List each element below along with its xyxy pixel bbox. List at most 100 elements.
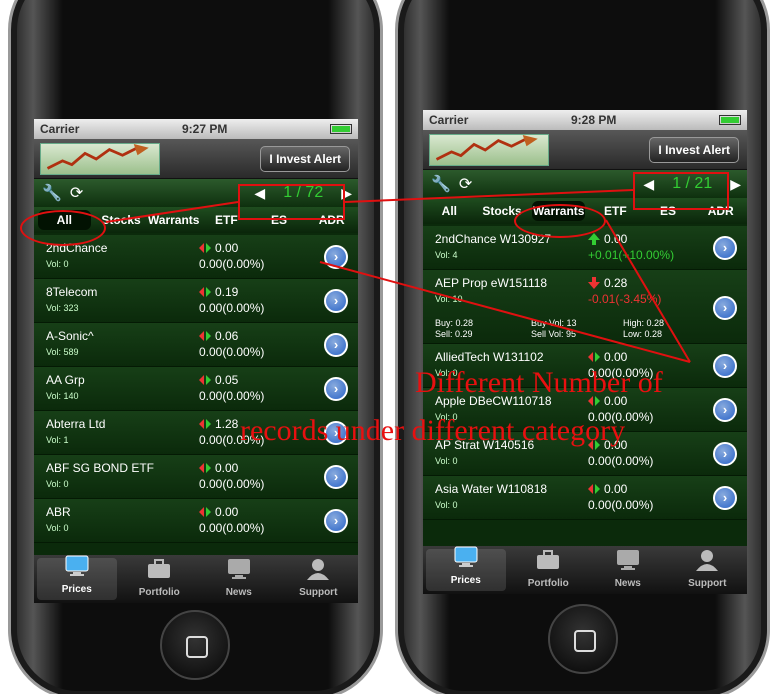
- volume-label: Vol: 1: [46, 435, 69, 445]
- change-value: 0.00(0.00%): [588, 454, 654, 468]
- annotation-caption-line1: Different Number of: [415, 366, 663, 399]
- stock-name: AEP Prop eW151118: [435, 276, 548, 290]
- detail-disclosure-icon[interactable]: ›: [713, 236, 737, 260]
- change-value: 0.00(0.00%): [588, 498, 654, 512]
- detail-disclosure-icon[interactable]: ›: [713, 442, 737, 466]
- price-value: 1.28: [199, 417, 238, 431]
- briefcase-icon: [146, 558, 172, 587]
- change-value: 0.00(0.00%): [199, 301, 265, 315]
- list-item[interactable]: A-Sonic^ Vol: 589 0.06 0.00(0.00%) ›: [34, 323, 358, 367]
- arrow-up-icon: [588, 233, 600, 245]
- tab-bar-label: Portfolio: [138, 587, 180, 598]
- carrier-label: Carrier: [429, 113, 469, 127]
- sell-vol-label: Sell Vol: 95: [531, 329, 577, 339]
- list-item[interactable]: 8Telecom Vol: 323 0.19 0.00(0.00%) ›: [34, 279, 358, 323]
- change-value: 0.00(0.00%): [199, 477, 265, 491]
- tab-bar-item-news[interactable]: News: [588, 546, 668, 594]
- price-text: 0.00: [604, 232, 628, 246]
- tab-bar-item-support[interactable]: Support: [668, 546, 748, 594]
- list-item[interactable]: AA Grp Vol: 140 0.05 0.00(0.00%) ›: [34, 367, 358, 411]
- invest-alert-button[interactable]: I Invest Alert: [260, 146, 350, 172]
- stock-name: ABR: [46, 505, 71, 519]
- detail-disclosure-icon[interactable]: ›: [324, 333, 348, 357]
- tab-bar-item-news[interactable]: News: [199, 555, 279, 603]
- change-value: 0.00(0.00%): [199, 521, 265, 535]
- battery-icon: [330, 124, 352, 134]
- list-item[interactable]: AEP Prop eW151118 Vol: 10 0.28 -0.01(-3.45%…: [423, 270, 747, 344]
- price-text: 0.06: [215, 329, 239, 343]
- detail-disclosure-icon[interactable]: ›: [324, 289, 348, 313]
- price-value: 0.00: [199, 505, 238, 519]
- tab-bar-item-prices[interactable]: Prices: [426, 546, 506, 591]
- list-item[interactable]: ABR Vol: 0 0.00 0.00(0.00%) ›: [34, 499, 358, 543]
- tab-bar-item-portfolio[interactable]: Portfolio: [120, 555, 200, 603]
- price-text: 1.28: [215, 417, 239, 431]
- invest-alert-button[interactable]: I Invest Alert: [649, 137, 739, 163]
- volume-label: Vol: 0: [46, 479, 69, 489]
- stock-name: ABF SG BOND ETF: [46, 461, 155, 475]
- buy-vol-label: Buy Vol: 13: [531, 318, 577, 328]
- wrench-icon[interactable]: 🔧: [431, 174, 451, 194]
- list-item[interactable]: ABF SG BOND ETF Vol: 0 0.00 0.00(0.00%) ›: [34, 455, 358, 499]
- monitor-icon: [453, 546, 479, 575]
- tab-warrants[interactable]: Warrants: [147, 213, 200, 227]
- change-value: 0.00(0.00%): [199, 389, 265, 403]
- unchanged-indicator-icon: [199, 286, 211, 298]
- volume-label: Vol: 589: [46, 347, 79, 357]
- person-icon: [694, 549, 720, 578]
- clock: 9:28 PM: [571, 113, 617, 127]
- volume-label: Vol: 140: [46, 391, 79, 401]
- status-bar: Carrier 9:28 PM: [423, 110, 747, 130]
- volume-label: Vol: 4: [435, 250, 458, 260]
- tab-bar-label: Prices: [61, 584, 92, 595]
- briefcase-icon: [535, 549, 561, 578]
- refresh-icon[interactable]: ⟳: [459, 174, 472, 194]
- change-value: -0.01(-3.45%): [588, 292, 662, 306]
- price-text: 0.28: [604, 276, 628, 290]
- tab-bar-item-support[interactable]: Support: [279, 555, 359, 603]
- tab-bar-item-portfolio[interactable]: Portfolio: [509, 546, 589, 594]
- tab-all[interactable]: All: [423, 204, 476, 218]
- battery-icon: [719, 115, 741, 125]
- price-text: 0.00: [604, 350, 628, 364]
- tab-bar: Prices Portfolio News Support: [423, 546, 747, 594]
- tab-bar-label: News: [614, 578, 641, 589]
- low-label: Low: 0.28: [623, 329, 663, 339]
- detail-disclosure-icon[interactable]: ›: [324, 465, 348, 489]
- list-item[interactable]: Asia Water W110818 Vol: 0 0.00 0.00(0.00%) ›: [423, 476, 747, 520]
- detail-disclosure-icon[interactable]: ›: [713, 398, 737, 422]
- annotation-box-left-pager: [238, 184, 345, 220]
- home-button-right[interactable]: [548, 604, 618, 674]
- high-label: High: 0.28: [623, 318, 665, 328]
- stock-name: 8Telecom: [46, 285, 98, 299]
- annotation-ellipse-warrants-tab: [514, 204, 606, 238]
- annotation-ellipse-all-tab: [20, 210, 106, 246]
- unchanged-indicator-icon: [199, 242, 211, 254]
- detail-disclosure-icon[interactable]: ›: [713, 354, 737, 378]
- volume-label: Vol: 0: [46, 523, 69, 533]
- home-button-left[interactable]: [160, 610, 230, 680]
- app-logo: [40, 143, 160, 175]
- detail-disclosure-icon[interactable]: ›: [324, 377, 348, 401]
- refresh-icon[interactable]: ⟳: [70, 183, 83, 203]
- stock-name: A-Sonic^: [46, 329, 94, 343]
- price-value: 0.19: [199, 285, 238, 299]
- detail-disclosure-icon[interactable]: ›: [324, 509, 348, 533]
- price-value: 0.06: [199, 329, 238, 343]
- stock-name: Asia Water W110818: [435, 482, 548, 496]
- detail-disclosure-icon[interactable]: ›: [324, 245, 348, 269]
- volume-label: Vol: 0: [435, 500, 458, 510]
- next-page-icon[interactable]: ▶: [730, 176, 741, 193]
- detail-disclosure-icon[interactable]: ›: [713, 486, 737, 510]
- unchanged-indicator-icon: [199, 330, 211, 342]
- change-value: 0.00(0.00%): [199, 345, 265, 359]
- stock-name: AlliedTech W131102: [435, 350, 544, 364]
- app-header: I Invest Alert: [423, 130, 747, 170]
- price-value: 0.28: [588, 276, 627, 290]
- display-icon: [615, 549, 641, 578]
- price-text: 0.00: [215, 241, 239, 255]
- detail-disclosure-icon[interactable]: ›: [713, 296, 737, 320]
- price-value: 0.00: [199, 461, 238, 475]
- tab-bar-item-prices[interactable]: Prices: [37, 555, 117, 600]
- wrench-icon[interactable]: 🔧: [42, 183, 62, 203]
